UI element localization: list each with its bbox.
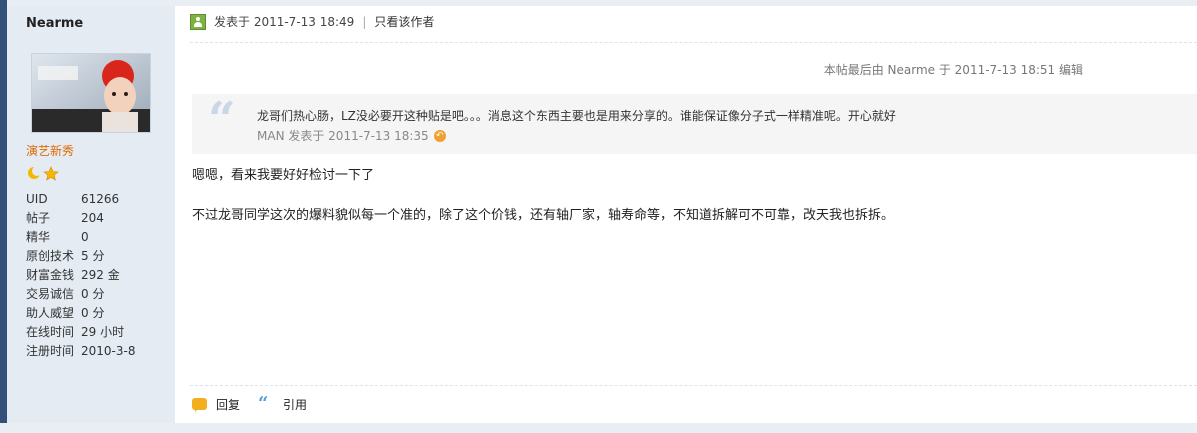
stat-trade-credit: 交易诚信 0 分 <box>26 287 105 301</box>
star-icon <box>43 166 59 181</box>
stat-online-time: 在线时间 29 小时 <box>26 325 125 339</box>
top-border <box>0 0 1197 6</box>
quote-mark-icon: “ <box>208 92 236 148</box>
post-paragraph: 嗯嗯，看来我要好好检讨一下了 <box>192 168 375 183</box>
rank-stars <box>26 165 60 181</box>
stat-original-tech: 原创技术 5 分 <box>26 249 105 263</box>
left-accent-stripe <box>0 0 7 433</box>
post-content: 嗯嗯，看来我要好好检讨一下了 不过龙哥同学这次的爆料貌似每一个准的，除了这个价钱… <box>192 164 894 223</box>
view-author-only-link[interactable]: 只看该作者 <box>374 12 434 32</box>
author-sidebar: Nearme 演艺新秀 UID 61266 帖子 204 精华 0 原创技术 5… <box>7 6 175 423</box>
quote-author-time: MAN 发表于 2011-7-13 18:35 <box>257 129 429 143</box>
cite-button[interactable]: “ 引用 <box>258 393 308 414</box>
post-paragraph: 不过龙哥同学这次的爆料貌似每一个准的，除了这个价钱，还有轴厂家，轴寿命等，不知道… <box>192 208 895 223</box>
last-edit-notice: 本帖最后由 Nearme 于 2011-7-13 18:51 编辑 <box>823 63 1083 77</box>
quote-text: 龙哥们热心肠，LZ没必要开这种贴是吧。。。消息这个东西主要也是用来分享的。谁能保… <box>257 109 896 123</box>
stat-digest: 精华 0 <box>26 230 89 244</box>
post-header: 发表于 2011-7-13 18:49 | 只看该作者 <box>190 12 434 32</box>
stat-register-date: 注册时间 2010-3-8 <box>26 344 136 358</box>
author-username[interactable]: Nearme <box>26 16 83 31</box>
separator: | <box>362 15 367 29</box>
stat-wealth: 财富金钱 292 金 <box>26 268 120 282</box>
bottom-border <box>0 423 1197 433</box>
user-rank[interactable]: 演艺新秀 <box>26 142 74 159</box>
header-divider <box>190 42 1197 43</box>
quote-icon: “ <box>258 393 269 414</box>
avatar-image <box>32 54 150 132</box>
post-timestamp: 发表于 2011-7-13 18:49 <box>214 15 355 29</box>
online-status-icon <box>190 14 206 30</box>
reply-label: 回复 <box>216 397 241 412</box>
cite-label: 引用 <box>283 397 308 412</box>
stat-reputation: 助人威望 0 分 <box>26 306 105 320</box>
stat-posts: 帖子 204 <box>26 211 104 225</box>
user-stats: UID 61266 帖子 204 精华 0 原创技术 5 分 财富金钱 292 金 交易诚… <box>26 190 135 361</box>
reply-icon <box>192 398 207 412</box>
footer-divider <box>190 385 1197 386</box>
quote-block: “ 龙哥们热心肠，LZ没必要开这种贴是吧。。。消息这个东西主要也是用来分享的。谁… <box>192 94 1197 154</box>
stat-uid: UID 61266 <box>26 192 120 206</box>
quote-meta: MAN 发表于 2011-7-13 18:35 ↶ <box>257 127 446 144</box>
go-to-post-icon[interactable]: ↶ <box>433 129 446 142</box>
reply-button[interactable]: 回复 <box>192 396 240 413</box>
moon-icon <box>28 166 42 179</box>
post-actions: 回复 “ 引用 <box>192 395 325 413</box>
avatar[interactable] <box>31 53 151 133</box>
